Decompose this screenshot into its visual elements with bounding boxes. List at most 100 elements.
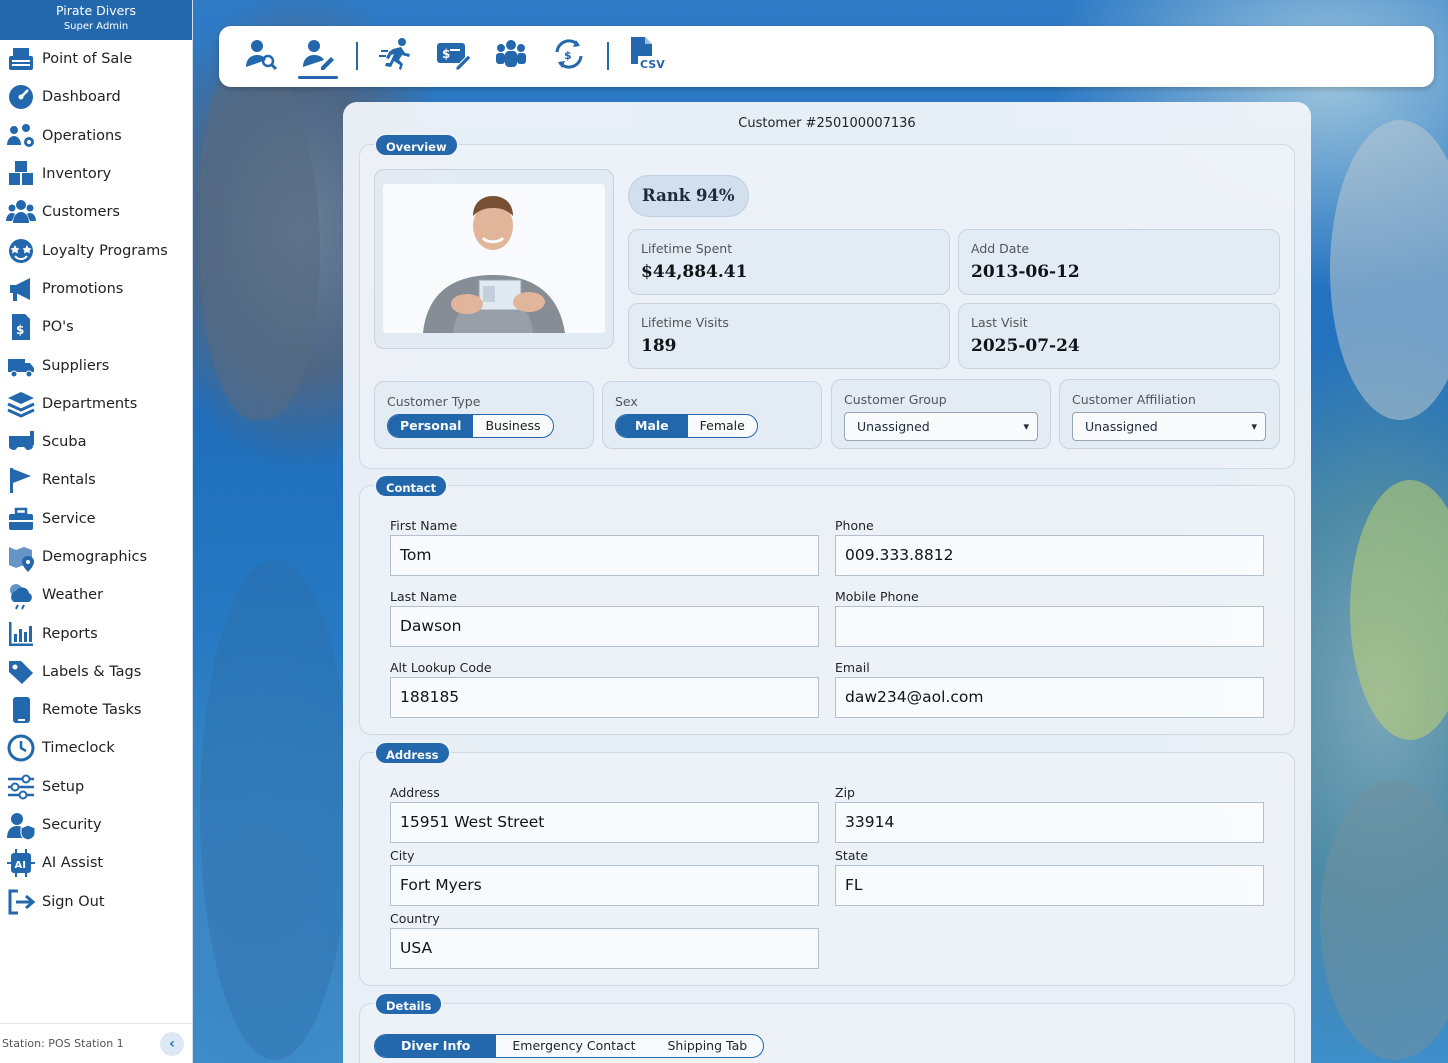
sidebar-item-sign-out[interactable]: Sign Out xyxy=(0,883,192,921)
sidebar-item-label: Operations xyxy=(42,127,122,144)
sidebar-item-security[interactable]: Security xyxy=(0,806,192,844)
svg-text:AI: AI xyxy=(15,860,26,871)
sidebar-item-label: Reports xyxy=(42,625,98,642)
sidebar-footer: Station: POS Station 1 ‹ xyxy=(0,1023,192,1063)
truck-icon xyxy=(6,351,36,381)
weather-icon xyxy=(6,580,36,610)
sidebar-item-label: Weather xyxy=(42,587,104,604)
user-role: Super Admin xyxy=(63,21,129,32)
megaphone-icon xyxy=(6,274,36,304)
ai-chip-icon: AI xyxy=(6,848,36,878)
customer-edit-icon[interactable] xyxy=(298,34,338,74)
sex-male[interactable]: Male xyxy=(616,415,688,437)
sidebar-item-label: Setup xyxy=(42,778,85,795)
sidebar-item-operations[interactable]: Operations xyxy=(0,117,192,155)
country-field[interactable]: USA xyxy=(390,928,819,969)
user-shield-icon xyxy=(6,810,36,841)
state-label: State xyxy=(835,848,869,863)
refresh-payment-icon[interactable]: $ xyxy=(549,34,589,74)
sidebar-item-labels-tags[interactable]: Labels & Tags xyxy=(0,653,192,691)
customer-panel: Customer #250100007136 Rank 94% Lifetime… xyxy=(343,102,1311,1063)
sidebar-item-customers[interactable]: Customers xyxy=(0,193,192,231)
country-label: Country xyxy=(390,911,440,926)
sex-box: Sex Male Female xyxy=(602,381,822,449)
sidebar-item-setup[interactable]: Setup xyxy=(0,768,192,806)
sidebar-header: Pirate Divers Super Admin xyxy=(0,0,192,40)
sidebar-item-inventory[interactable]: Inventory xyxy=(0,155,192,193)
chevron-down-icon: ▾ xyxy=(1251,420,1257,433)
customer-type-business[interactable]: Business xyxy=(473,415,552,437)
sidebar-item-timeclock[interactable]: Timeclock xyxy=(0,729,192,767)
last-name-label: Last Name xyxy=(390,589,457,604)
lifetime-visits-label: Lifetime Visits xyxy=(641,315,729,330)
last-visit-card: Last Visit 2025-07-24 xyxy=(958,303,1280,369)
email-field[interactable]: daw234@aol.com xyxy=(835,677,1264,718)
customer-type-personal[interactable]: Personal xyxy=(388,415,474,437)
sex-label: Sex xyxy=(615,394,638,409)
city-field[interactable]: Fort Myers xyxy=(390,865,819,906)
tab-emergency-contact[interactable]: Emergency Contact xyxy=(496,1035,651,1057)
app-name: Pirate Divers xyxy=(56,3,136,18)
state-field[interactable]: FL xyxy=(835,865,1264,906)
sex-female[interactable]: Female xyxy=(688,415,757,437)
sidebar-item-point-of-sale[interactable]: Point of Sale xyxy=(0,40,192,78)
customer-type-toggle: Personal Business xyxy=(387,414,554,438)
sidebar: Pirate Divers Super Admin Point of Sale D… xyxy=(0,0,193,1063)
map-pin-icon xyxy=(6,542,36,572)
activity-icon[interactable] xyxy=(376,34,416,74)
customer-affiliation-value: Unassigned xyxy=(1085,419,1158,434)
customer-photo[interactable] xyxy=(383,184,605,333)
sidebar-item-dashboard[interactable]: Dashboard xyxy=(0,78,192,116)
add-date-label: Add Date xyxy=(971,241,1030,256)
sidebar-item-po-s[interactable]: $ PO's xyxy=(0,308,192,346)
operations-icon xyxy=(6,121,36,151)
email-label: Email xyxy=(835,660,870,675)
csv-export-icon[interactable]: CSV xyxy=(627,34,667,74)
sidebar-item-ai-assist[interactable]: AI AI Assist xyxy=(0,844,192,882)
sidebar-menu: Point of Sale Dashboard Operations Inventor… xyxy=(0,40,192,921)
alt-lookup-field[interactable]: 188185 xyxy=(390,677,819,718)
collapse-sidebar-button[interactable]: ‹ xyxy=(160,1031,184,1056)
customer-search-icon[interactable] xyxy=(241,34,281,74)
customer-group-label: Customer Group xyxy=(844,392,947,407)
dive-mask-icon xyxy=(6,427,36,457)
sidebar-item-rentals[interactable]: Rentals xyxy=(0,461,192,499)
sidebar-item-label: PO's xyxy=(42,319,74,336)
overview-section: Rank 94% Lifetime Spent $44,884.41 Add D… xyxy=(359,144,1295,469)
sex-toggle: Male Female xyxy=(615,414,758,438)
first-name-field[interactable]: Tom xyxy=(390,535,819,576)
mobile-phone-field[interactable] xyxy=(835,606,1264,647)
contact-section: First Name Tom Phone 009.333.8812 Last N… xyxy=(359,485,1295,735)
payment-edit-icon[interactable]: $ xyxy=(434,34,474,74)
lifetime-visits-card: Lifetime Visits 189 xyxy=(628,303,950,369)
address-field[interactable]: 15951 West Street xyxy=(390,802,819,843)
customer-affiliation-select[interactable]: Unassigned ▾ xyxy=(1072,412,1266,441)
sidebar-item-loyalty-programs[interactable]: Loyalty Programs xyxy=(0,231,192,269)
sidebar-item-label: AI Assist xyxy=(42,855,104,872)
dashboard-icon xyxy=(6,82,36,112)
sidebar-item-promotions[interactable]: Promotions xyxy=(0,270,192,308)
sidebar-item-service[interactable]: Service xyxy=(0,500,192,538)
lifetime-spent-value: $44,884.41 xyxy=(641,262,748,282)
sidebar-item-suppliers[interactable]: Suppliers xyxy=(0,346,192,384)
sidebar-item-label: Sign Out xyxy=(42,893,105,910)
sidebar-item-label: Security xyxy=(42,817,102,834)
sidebar-item-scuba[interactable]: Scuba xyxy=(0,423,192,461)
sidebar-item-departments[interactable]: Departments xyxy=(0,385,192,423)
phone-label: Phone xyxy=(835,518,874,533)
phone-field[interactable]: 009.333.8812 xyxy=(835,535,1264,576)
flag-icon xyxy=(6,465,36,495)
sidebar-item-demographics[interactable]: Demographics xyxy=(0,538,192,576)
zip-field[interactable]: 33914 xyxy=(835,802,1264,843)
customer-group-box: Customer Group Unassigned ▾ xyxy=(831,379,1051,449)
sidebar-item-weather[interactable]: Weather xyxy=(0,576,192,614)
customer-group-select[interactable]: Unassigned ▾ xyxy=(844,412,1038,441)
city-label: City xyxy=(390,848,415,863)
sidebar-item-remote-tasks[interactable]: Remote Tasks xyxy=(0,691,192,729)
sidebar-item-reports[interactable]: Reports xyxy=(0,614,192,652)
group-icon[interactable] xyxy=(491,34,531,74)
tab-shipping[interactable]: Shipping Tab xyxy=(652,1035,764,1057)
tab-diver-info[interactable]: Diver Info xyxy=(375,1035,497,1057)
svg-text:$: $ xyxy=(564,49,572,62)
last-name-field[interactable]: Dawson xyxy=(390,606,819,647)
